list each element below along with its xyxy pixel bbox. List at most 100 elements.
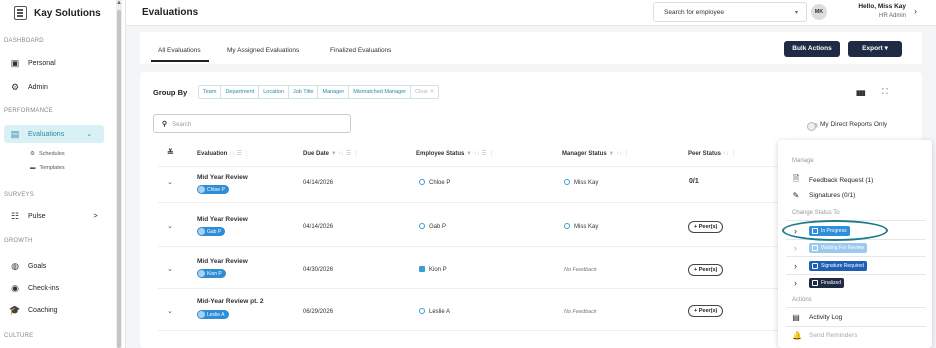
chip-department[interactable]: Department xyxy=(221,86,260,98)
group-by-chips: Team Department Location Job Title Manag… xyxy=(198,85,440,99)
signatures-item[interactable]: ✎ Signatures (0/1) xyxy=(792,191,856,200)
employee-tag: Chloe P xyxy=(197,185,229,194)
bell-icon: 🔔 xyxy=(792,331,802,340)
template-icon: ▬ xyxy=(30,165,36,171)
expand-icon[interactable]: ⛶ xyxy=(882,87,888,97)
activity-log-item[interactable]: ▤ Activity Log xyxy=(792,313,842,322)
send-reminders-item[interactable]: 🔔 Send Reminders xyxy=(792,331,857,340)
status-icon xyxy=(812,280,818,286)
chevron-right-icon: › xyxy=(794,261,797,271)
employee-status[interactable]: Leslie A xyxy=(419,308,450,315)
feedback-request-item[interactable]: 🗎 Feedback Request (1) xyxy=(792,173,874,187)
bulk-actions-button[interactable]: Bulk Actions xyxy=(784,41,840,57)
chevron-down-icon[interactable]: ⌄ xyxy=(167,265,173,273)
chip-job-title[interactable]: Job Title xyxy=(289,86,319,98)
chevron-down-icon[interactable]: ⌄ xyxy=(167,307,173,315)
columns-icon[interactable]: ▮▮▮ xyxy=(856,89,866,97)
manager-status: No Feedback xyxy=(564,309,597,315)
col-peer-status[interactable]: Peer Status ↑↓ ⋮ xyxy=(688,150,736,157)
menu-section-manage: Manage xyxy=(792,158,814,164)
employee-tag: Leslie A xyxy=(197,310,229,319)
status-circle-icon xyxy=(419,223,425,229)
sidebar-subitem-templates[interactable]: ▬ Templates xyxy=(30,165,65,171)
col-employee-status[interactable]: Employee Status ▼ ↑↓ ☰ ⋮ xyxy=(416,150,494,157)
collapse-all-icon[interactable]: ≚ xyxy=(167,148,174,157)
manager-status[interactable]: Miss Kay xyxy=(564,223,598,230)
chevron-down-icon[interactable]: ⌄ xyxy=(167,178,173,186)
brand[interactable]: Kay Solutions xyxy=(14,5,101,21)
chevron-right-icon: › xyxy=(794,278,797,288)
employee-status[interactable]: Gab P xyxy=(419,223,446,230)
status-waiting-for-review-button[interactable]: Waiting For Review xyxy=(809,243,868,253)
chevron-right-icon[interactable]: › xyxy=(914,6,917,16)
evaluations-icon: ▤ xyxy=(10,128,20,139)
evaluation-title[interactable]: Mid Year Review xyxy=(197,258,248,265)
user-greeting[interactable]: Hello, Miss Kay xyxy=(846,3,906,10)
employee-tag: Gab P xyxy=(197,227,226,236)
chip-location[interactable]: Location xyxy=(259,86,289,98)
my-direct-reports-toggle[interactable] xyxy=(807,122,818,131)
scroll-up-arrow-icon[interactable]: ▲ xyxy=(116,0,122,6)
manager-status[interactable]: Miss Kay xyxy=(564,179,598,186)
chevron-right-icon: › xyxy=(794,243,797,253)
section-culture: CULTURE xyxy=(4,333,34,339)
add-peers-button[interactable]: + Peer(s) xyxy=(688,221,724,233)
status-finalized-row[interactable]: › Finalized xyxy=(794,278,845,288)
export-button[interactable]: Export ▾ xyxy=(848,41,902,57)
person-avatar-icon xyxy=(198,270,205,277)
sidebar-subitem-schedules[interactable]: ⚙ Schedules xyxy=(30,151,65,157)
chip-mismatched-manager[interactable]: Mismatched Manager xyxy=(349,86,412,98)
sidebar-item-check-ins[interactable]: ◉ Check-ins xyxy=(10,281,59,295)
chevron-down-icon[interactable]: ⌄ xyxy=(167,222,173,230)
evaluation-title[interactable]: Mid Year Review xyxy=(197,174,248,181)
menu-divider xyxy=(786,256,926,257)
coaching-icon: 🎓 xyxy=(9,304,21,315)
status-icon xyxy=(812,263,818,269)
manager-status: No Feedback xyxy=(564,267,597,273)
sidebar-item-admin[interactable]: ⚙ Admin xyxy=(10,80,48,94)
row-divider xyxy=(158,202,783,203)
tab-finalized-evaluations[interactable]: Finalized Evaluations xyxy=(330,47,391,54)
evaluation-title[interactable]: Mid Year Review xyxy=(197,216,248,223)
add-peers-button[interactable]: + Peer(s) xyxy=(688,264,724,276)
add-peers-button[interactable]: + Peer(s) xyxy=(688,305,724,317)
goals-icon: ◍ xyxy=(11,260,19,271)
row-actions-menu: Manage 🗎 Feedback Request (1) ✎ Signatures… xyxy=(778,140,932,348)
employee-tag: Kion P xyxy=(197,269,226,278)
status-square-icon xyxy=(419,266,425,272)
gear-icon: ⚙ xyxy=(30,151,35,157)
sidebar-item-evaluations[interactable]: ▤ Evaluations ⌄ xyxy=(10,127,92,141)
status-waiting-row[interactable]: › Waiting For Review xyxy=(794,243,868,253)
sidebar-item-pulse[interactable]: ☷ Pulse > xyxy=(10,209,98,223)
status-signature-row[interactable]: › Signature Required xyxy=(794,261,868,271)
status-signature-required-button[interactable]: Signature Required xyxy=(809,261,868,271)
status-finalized-button[interactable]: Finalized xyxy=(809,278,845,288)
chip-manager[interactable]: Manager xyxy=(318,86,350,98)
tab-my-assigned-evaluations[interactable]: My Assigned Evaluations xyxy=(227,47,299,54)
document-icon: 🗎 xyxy=(792,174,800,183)
peer-status[interactable]: 0/1 xyxy=(689,178,699,185)
group-by-label: Group By xyxy=(153,88,188,97)
tabs-card: All Evaluations My Assigned Evaluations … xyxy=(140,32,922,64)
col-due-date[interactable]: Due Date ▼ ↑↓ ☰ ⋮ xyxy=(303,150,359,157)
col-manager-status[interactable]: Manager Status ▼ ↑↓ ⋮ xyxy=(562,150,630,157)
sidebar-scroll-thumb[interactable] xyxy=(117,10,121,348)
tab-all-evaluations[interactable]: All Evaluations xyxy=(158,47,201,54)
employee-status[interactable]: Chloe P xyxy=(419,179,450,186)
search-input[interactable]: ⚲ Search xyxy=(153,114,351,133)
menu-section-actions: Actions xyxy=(792,297,812,303)
sidebar-item-coaching[interactable]: 🎓 Coaching xyxy=(9,303,57,317)
col-evaluation[interactable]: Evaluation ↑↓ ☰ ⋮ xyxy=(197,150,250,157)
avatar[interactable]: MK xyxy=(811,4,827,20)
employee-search-select[interactable]: Search for employee ▾ xyxy=(653,2,807,22)
person-avatar-icon xyxy=(198,186,205,193)
sidebar-item-goals[interactable]: ◍ Goals xyxy=(10,259,46,273)
employee-status[interactable]: Kion P xyxy=(419,266,447,273)
row-divider xyxy=(158,330,783,331)
chip-clear[interactable]: Clear ✕ xyxy=(411,86,438,98)
due-date: 04/14/2026 xyxy=(303,224,334,230)
section-surveys: SURVEYS xyxy=(4,192,34,198)
sidebar-item-personal[interactable]: ▣ Personal xyxy=(10,56,56,70)
chip-team[interactable]: Team xyxy=(199,86,222,98)
evaluation-title[interactable]: Mid-Year Review pt. 2 xyxy=(197,298,263,305)
